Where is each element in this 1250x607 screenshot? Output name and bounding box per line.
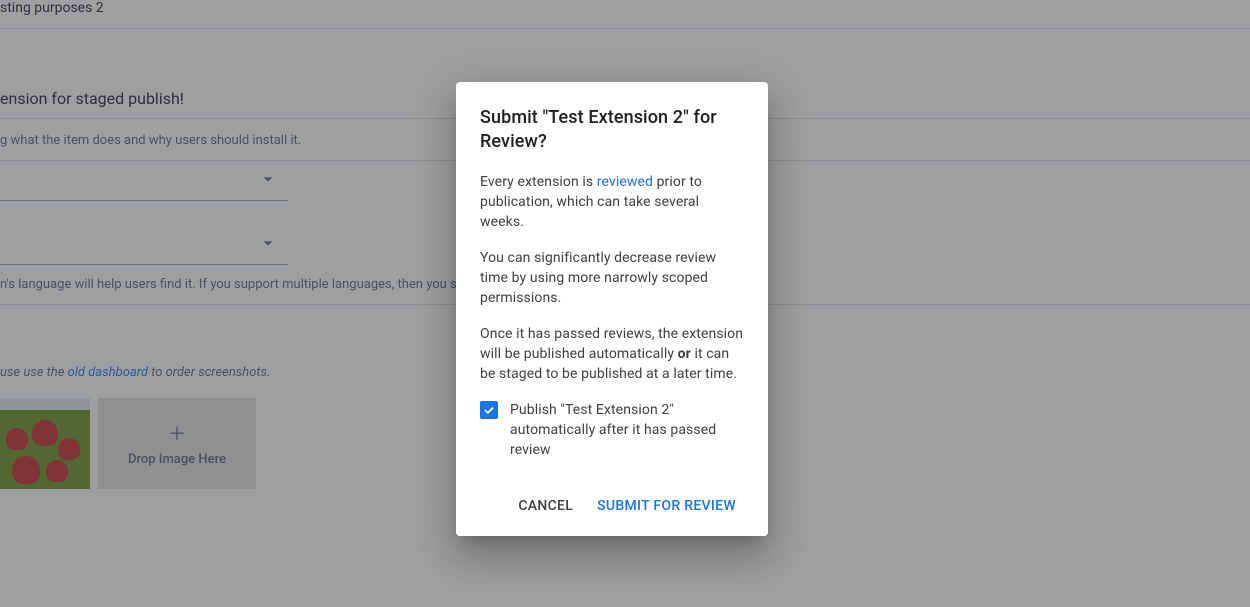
reviewed-link[interactable]: reviewed: [597, 174, 653, 190]
submit-for-review-button[interactable]: Submit for review: [589, 488, 744, 524]
auto-publish-label: Publish "Test Extension 2" automatically…: [510, 400, 744, 460]
dialog-paragraph: You can significantly decrease review ti…: [480, 248, 744, 308]
dialog-actions: Cancel Submit for review: [480, 470, 744, 524]
auto-publish-option[interactable]: Publish "Test Extension 2" automatically…: [480, 400, 744, 460]
dialog-text-bold: or: [678, 346, 691, 362]
dialog-title: Submit "Test Extension 2" for Review?: [480, 106, 744, 154]
auto-publish-checkbox[interactable]: [480, 401, 498, 419]
cancel-button[interactable]: Cancel: [510, 488, 581, 524]
dialog-paragraph: Once it has passed reviews, the extensio…: [480, 324, 744, 384]
dialog-text: Every extension is: [480, 174, 597, 190]
check-icon: [482, 403, 496, 417]
submit-review-dialog: Submit "Test Extension 2" for Review? Ev…: [456, 82, 768, 536]
dialog-paragraph: Every extension is reviewed prior to pub…: [480, 172, 744, 232]
